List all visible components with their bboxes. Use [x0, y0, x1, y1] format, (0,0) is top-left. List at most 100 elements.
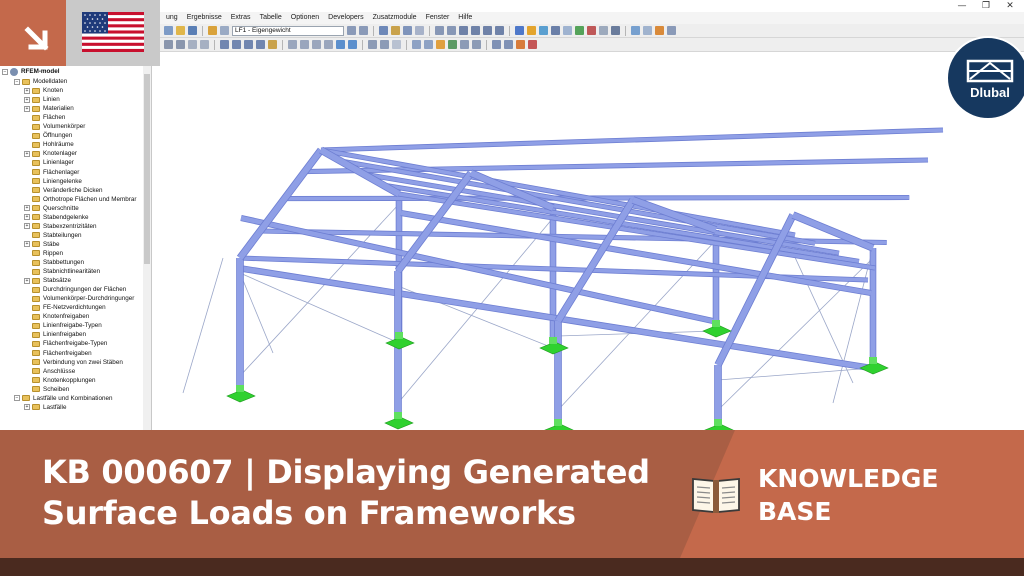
tree-expander[interactable]: +	[24, 150, 30, 157]
bracing-member[interactable]	[832, 247, 874, 404]
tree-root[interactable]: − RFEM-model	[2, 67, 145, 77]
view-x-icon[interactable]	[459, 26, 468, 35]
report-icon[interactable]	[655, 26, 664, 35]
previous-load-case-icon[interactable]	[347, 26, 356, 35]
load-case-select[interactable]: LF1 - Eigengewicht	[232, 25, 344, 36]
member-load-icon[interactable]	[412, 40, 421, 49]
folder-icon	[32, 295, 40, 302]
copy-icon[interactable]	[288, 40, 297, 49]
dlubal-logo[interactable]: Dlubal	[946, 36, 1024, 120]
view-y-icon[interactable]	[471, 26, 480, 35]
menu-item-help[interactable]: Hilfe	[458, 12, 472, 24]
line-icon[interactable]	[232, 40, 241, 49]
menu-item-tools[interactable]: Extras	[231, 12, 251, 24]
tree-expander[interactable]: +	[24, 214, 30, 221]
coordinate-system-icon[interactable]	[492, 40, 501, 49]
values-icon[interactable]	[415, 26, 424, 35]
lock-icon[interactable]	[460, 40, 469, 49]
member-icon[interactable]	[244, 40, 253, 49]
dimension-icon[interactable]	[368, 40, 377, 49]
calculate-icon[interactable]	[379, 26, 388, 35]
tree-expander[interactable]: +	[24, 404, 30, 411]
tree-expander[interactable]: +	[24, 205, 30, 212]
zoom-icon[interactable]	[435, 26, 444, 35]
settings-icon[interactable]	[611, 26, 620, 35]
snap-icon[interactable]	[516, 40, 525, 49]
isometric-view-icon[interactable]	[495, 26, 504, 35]
model-viewport[interactable]	[153, 53, 1024, 430]
tree-expander[interactable]: −	[2, 68, 8, 75]
guide-line-icon[interactable]	[392, 40, 401, 49]
menu-item-insert[interactable]: ung	[166, 12, 178, 24]
open-icon[interactable]	[176, 26, 185, 35]
print-icon[interactable]	[208, 26, 217, 35]
help-icon[interactable]	[667, 26, 676, 35]
tree-expander[interactable]: +	[24, 87, 30, 94]
zoom-all-icon[interactable]	[447, 26, 456, 35]
visibility-icon[interactable]	[472, 40, 481, 49]
tree-expander[interactable]: +	[24, 105, 30, 112]
table-icon[interactable]	[643, 26, 652, 35]
select-icon[interactable]	[164, 40, 173, 49]
check-icon[interactable]	[448, 40, 457, 49]
print-graphic-icon[interactable]	[220, 26, 229, 35]
display-icon[interactable]	[563, 26, 572, 35]
wireframe-icon[interactable]	[539, 26, 548, 35]
navigator-scroll-thumb[interactable]	[144, 74, 150, 264]
tree-expander[interactable]: +	[24, 96, 30, 103]
mirror-icon[interactable]	[324, 40, 333, 49]
bracing-member[interactable]	[182, 257, 224, 394]
supports-icon[interactable]	[575, 26, 584, 35]
menu-item-table[interactable]: Tabelle	[260, 12, 282, 24]
surface-icon[interactable]	[256, 40, 265, 49]
comment-icon[interactable]	[380, 40, 389, 49]
flag-icon[interactable]	[528, 40, 537, 49]
navigator-scrollbar[interactable]	[143, 66, 151, 430]
filter-icon[interactable]	[188, 40, 197, 49]
menu-item-results[interactable]: Ergebnisse	[187, 12, 222, 24]
steel-member[interactable]	[237, 148, 324, 260]
select-window-icon[interactable]	[176, 40, 185, 49]
minimize-icon[interactable]: —	[955, 0, 969, 12]
rotate-icon[interactable]	[312, 40, 321, 49]
tree-expander[interactable]: −	[14, 395, 20, 402]
view-z-icon[interactable]	[483, 26, 492, 35]
grid-icon[interactable]	[200, 40, 209, 49]
tree-expander[interactable]: +	[24, 223, 30, 230]
window-icon[interactable]	[631, 26, 640, 35]
connect-icon[interactable]	[348, 40, 357, 49]
menu-item-add-on-modules[interactable]: Zusatzmodule	[373, 12, 417, 24]
menu-item-window[interactable]: Fenster	[426, 12, 450, 24]
work-plane-icon[interactable]	[504, 40, 513, 49]
delete-icon[interactable]	[587, 26, 596, 35]
tree-item[interactable]: + Lastfälle	[24, 403, 151, 413]
close-icon[interactable]: ✕	[1003, 0, 1017, 12]
generate-load-icon[interactable]	[436, 40, 445, 49]
menu-item-developers[interactable]: Developers	[328, 12, 363, 24]
save-icon[interactable]	[188, 26, 197, 35]
node-icon[interactable]	[220, 40, 229, 49]
next-load-case-icon[interactable]	[359, 26, 368, 35]
tree-expander[interactable]: +	[24, 277, 30, 284]
numbering-icon[interactable]	[551, 26, 560, 35]
show-loads-icon[interactable]	[527, 26, 536, 35]
measure-icon[interactable]	[599, 26, 608, 35]
solid-icon[interactable]	[268, 40, 277, 49]
tree-expander[interactable]: −	[14, 78, 20, 85]
bracing-member[interactable]	[717, 367, 874, 381]
new-model-icon[interactable]	[164, 26, 173, 35]
move-icon[interactable]	[300, 40, 309, 49]
steel-member[interactable]	[363, 172, 840, 255]
render-icon[interactable]	[515, 26, 524, 35]
menu-item-options[interactable]: Optionen	[291, 12, 319, 24]
section-icon[interactable]	[403, 26, 412, 35]
results-icon[interactable]	[391, 26, 400, 35]
divide-icon[interactable]	[336, 40, 345, 49]
maximize-icon[interactable]: ❐	[979, 0, 993, 12]
surface-load-icon[interactable]	[424, 40, 433, 49]
us-flag-icon[interactable]	[82, 12, 144, 52]
steel-member[interactable]	[320, 128, 944, 152]
steel-member[interactable]	[340, 159, 816, 245]
tree-expander[interactable]: +	[24, 241, 30, 248]
tree-item-label: Stabteilungen	[43, 231, 82, 239]
